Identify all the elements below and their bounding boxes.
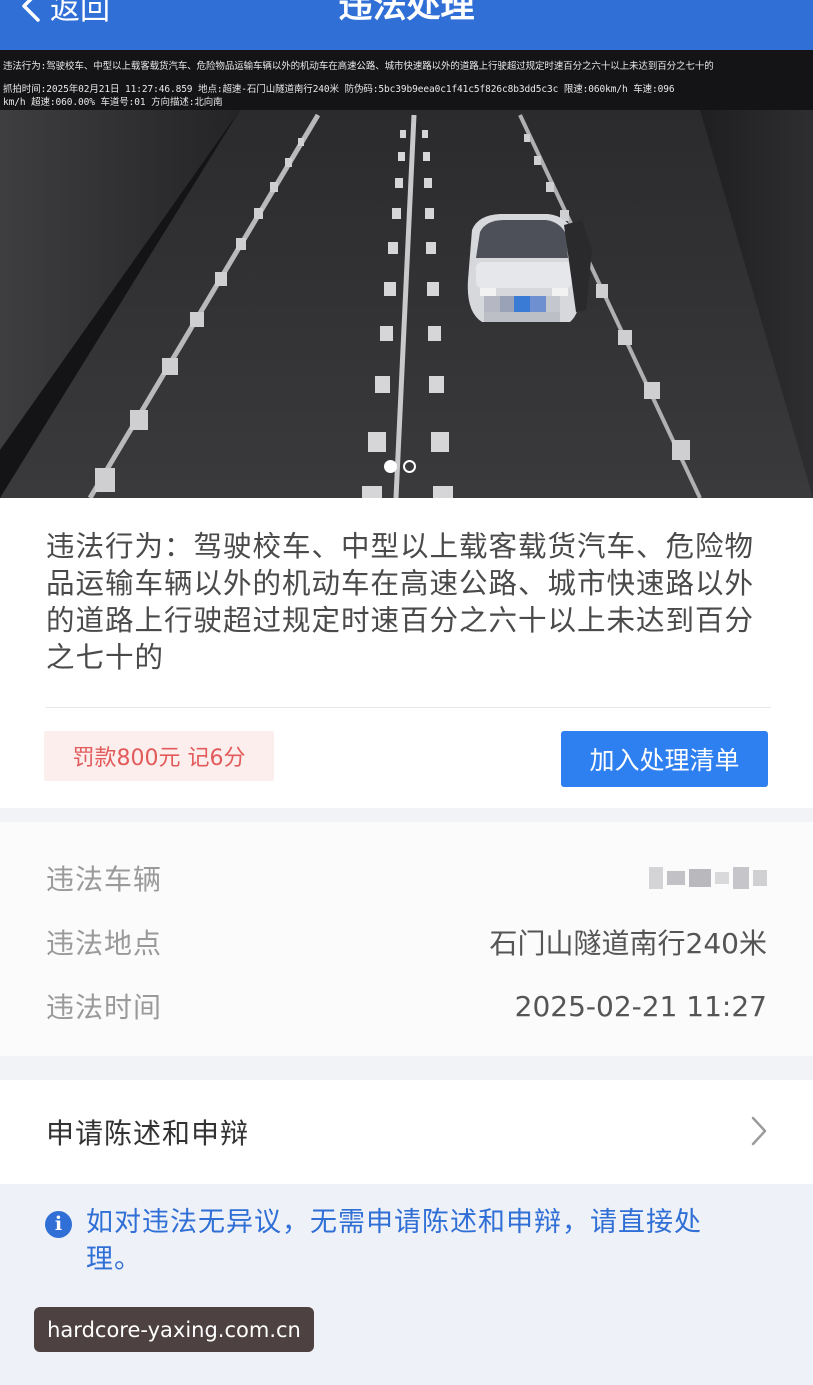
add-to-process-list-button[interactable]: 加入处理清单	[561, 731, 768, 787]
violation-description: 违法行为：驾驶校车、中型以上载客载货汽车、危险物品运输车辆以外的机动车在高速公路…	[46, 530, 755, 674]
appeal-label: 申请陈述和申辩	[46, 1117, 250, 1150]
overlay-capture-info-line: 抓拍时间:2025年02月21日 11:27:46.859 地点:超速-石门山隧…	[3, 84, 675, 95]
time-row: 违法时间 2025-02-21 11:27	[46, 986, 767, 1026]
location-value: 石门山隧道南行240米	[489, 927, 767, 960]
carousel-dot[interactable]	[403, 460, 416, 473]
chevron-right-icon	[751, 1116, 767, 1146]
carousel-indicator	[384, 460, 416, 473]
vehicle-label: 违法车辆	[46, 863, 163, 896]
carousel-dot-active[interactable]	[384, 460, 397, 473]
car	[467, 214, 592, 322]
overlay-violation-line: 违法行为:驾驶校车、中型以上载客载货汽车、危险物品运输车辆以外的机动车在高速公路…	[3, 61, 714, 72]
overlay-speed-line: km/h 超速:060.00% 车道号:01 方向描述:北向南	[3, 97, 223, 108]
page-title: 违法处理	[338, 0, 475, 26]
location-row: 违法地点 石门山隧道南行240米	[46, 922, 767, 962]
info-icon: i	[45, 1211, 72, 1238]
traffic-camera-photo	[0, 50, 813, 498]
watermark: hardcore-yaxing.com.cn	[34, 1307, 314, 1352]
vehicle-row: 违法车辆	[46, 858, 767, 898]
fine-badge: 罚款800元 记6分	[44, 731, 274, 781]
divider	[46, 707, 771, 708]
top-nav-bar: 返回 违法处理	[0, 0, 813, 50]
location-label: 违法地点	[46, 927, 163, 960]
time-label: 违法时间	[46, 991, 163, 1024]
time-value: 2025-02-21 11:27	[514, 989, 767, 1023]
notice-text: 如对违法无异议，无需申请陈述和申辩，请直接处理。	[86, 1207, 702, 1275]
violation-photo-carousel[interactable]: 违法行为:驾驶校车、中型以上载客载货汽车、危险物品运输车辆以外的机动车在高速公路…	[0, 50, 813, 498]
appeal-row[interactable]: 申请陈述和申辩	[0, 1080, 813, 1184]
camera-overlay-text: 违法行为:驾驶校车、中型以上载客载货汽车、危险物品运输车辆以外的机动车在高速公路…	[0, 60, 813, 109]
vehicle-plate-blurred	[649, 867, 767, 889]
violation-card: 违法行为：驾驶校车、中型以上载客载货汽车、危险物品运输车辆以外的机动车在高速公路…	[0, 498, 813, 808]
violation-details-card: 违法车辆 违法地点 石门山隧道南行240米 违法时间 2025-02-21 11…	[0, 822, 813, 1056]
info-notice: i 如对违法无异议，无需申请陈述和申辩，请直接处理。	[0, 1184, 813, 1385]
